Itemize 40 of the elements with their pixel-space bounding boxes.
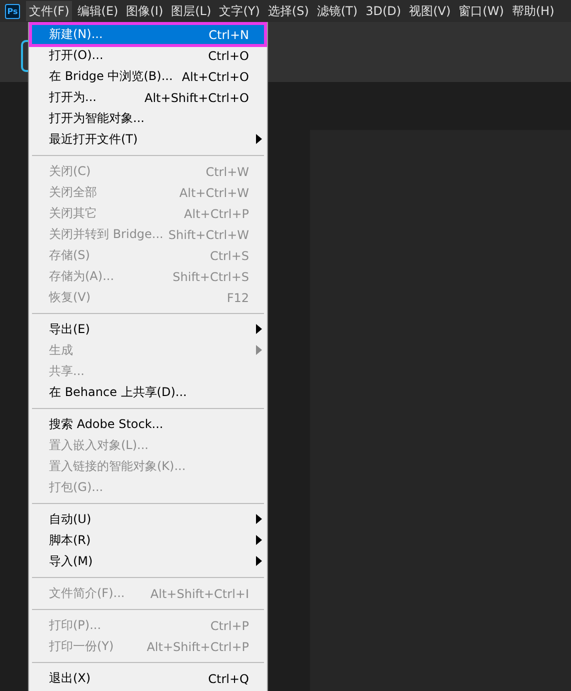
shortcut-label: Alt+Shift+Ctrl+O (144, 90, 249, 104)
shortcut-label: Shift+Ctrl+S (172, 270, 249, 284)
shortcut-label: Ctrl+P (210, 618, 249, 632)
menu-item[interactable]: 新建(N)... Ctrl+N (31, 24, 265, 45)
shortcut-label: Alt+Ctrl+O (182, 70, 249, 84)
menu-item[interactable]: 打开为... Alt+Shift+Ctrl+O (29, 87, 267, 108)
shortcut-label: Ctrl+W (206, 164, 249, 178)
menu-item[interactable]: 导出(E) (29, 319, 267, 340)
menu-title[interactable]: 窗口(W) (456, 1, 507, 21)
menu-title[interactable]: 文件(F) (26, 1, 72, 21)
shortcut-label: F12 (226, 290, 249, 304)
shortcut-label: Alt+Shift+Ctrl+P (146, 640, 249, 654)
menu-title[interactable]: 图像(I) (123, 1, 166, 21)
menu-title[interactable]: 图层(L) (168, 1, 214, 21)
menu-title[interactable]: 帮助(H) (508, 1, 558, 21)
menu-title[interactable]: 滤镜(T) (314, 1, 361, 21)
menu-title[interactable]: 3D(D) (362, 1, 404, 21)
menu-item[interactable]: 自动(U) (29, 509, 267, 530)
shortcut-label: Alt+Ctrl+W (179, 186, 249, 200)
shortcut-label: Alt+Shift+Ctrl+I (150, 586, 249, 600)
shortcut-label: Ctrl+S (210, 248, 249, 262)
shortcut-label: Alt+Ctrl+P (184, 206, 249, 220)
menu-item[interactable]: 最近打开文件(T) (29, 129, 267, 150)
menu-title[interactable]: 编辑(E) (74, 1, 122, 21)
menu-title[interactable]: 文字(Y) (216, 1, 263, 21)
shortcut-label: Ctrl+N (208, 28, 249, 42)
shortcut-label: Shift+Ctrl+W (168, 228, 249, 242)
menu-item[interactable]: 搜索 Adobe Stock... (29, 414, 267, 435)
menu-item[interactable]: 在 Behance 上共享(D)... (29, 382, 267, 403)
menu-title[interactable]: 视图(V) (406, 1, 454, 21)
menu-item[interactable]: 导入(M) (29, 551, 267, 572)
app-logo[interactable]: Ps (5, 4, 20, 18)
menu-item[interactable]: 打开(O)... Ctrl+O (29, 45, 267, 66)
menu-item[interactable]: 打开为智能对象... (29, 108, 267, 129)
shortcut-label: Ctrl+Q (208, 672, 249, 686)
menu-item[interactable]: 脚本(R) (29, 530, 267, 551)
menu-title[interactable]: 选择(S) (264, 1, 312, 21)
shortcut-label: Ctrl+O (208, 48, 249, 62)
menu-item[interactable]: 退出(X) Ctrl+Q (29, 668, 267, 689)
menu-item[interactable]: 在 Bridge 中浏览(B)... Alt+Ctrl+O (29, 66, 267, 87)
